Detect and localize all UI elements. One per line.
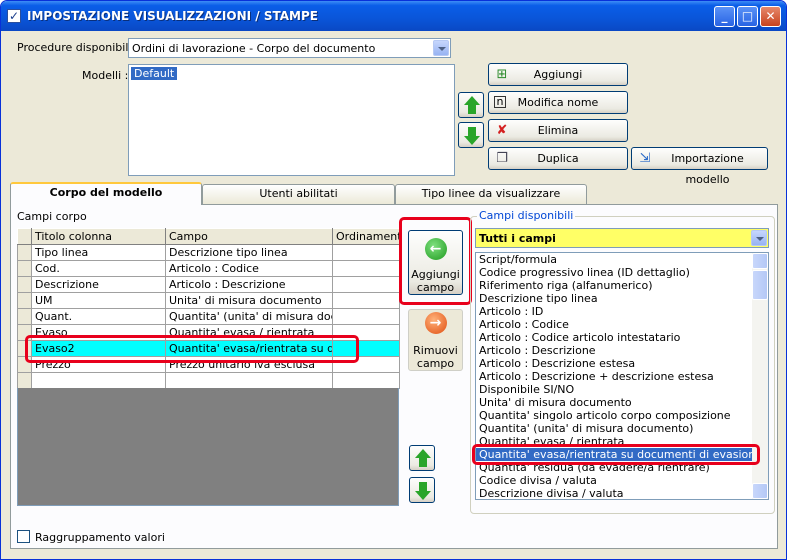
model-item-default[interactable]: Default bbox=[131, 67, 178, 80]
column-header-order[interactable]: Ordinamento bbox=[332, 228, 400, 245]
delete-x-icon: ✘ bbox=[496, 123, 508, 138]
body-fields-label: Campi corpo bbox=[17, 210, 87, 223]
list-item[interactable]: Articolo : Codice articolo intestatario bbox=[476, 331, 768, 344]
list-item[interactable]: Articolo : ID bbox=[476, 305, 768, 318]
list-item[interactable]: Codice progressivo linea (ID dettaglio) bbox=[476, 266, 768, 279]
grid-corner bbox=[17, 228, 32, 245]
list-item[interactable]: Descrizione divisa / valuta bbox=[476, 487, 768, 499]
cell-title[interactable]: Cod. bbox=[31, 260, 166, 277]
column-header-title[interactable]: Titolo colonna bbox=[31, 228, 166, 245]
list-item[interactable]: Script/formula bbox=[476, 253, 768, 266]
body-fields-grid[interactable]: Titolo colonna Campo Ordinamento Tipo li… bbox=[17, 228, 400, 389]
grouping-label: Raggruppamento valori bbox=[35, 531, 165, 544]
cell-order[interactable] bbox=[332, 372, 400, 389]
chevron-down-icon[interactable] bbox=[751, 230, 767, 246]
list-item[interactable]: Articolo : Descrizione bbox=[476, 344, 768, 357]
highlight-available-field bbox=[472, 444, 760, 465]
cell-field[interactable]: Articolo : Descrizione bbox=[165, 276, 333, 293]
maximize-button[interactable]: □ bbox=[737, 6, 758, 27]
field-up-button[interactable] bbox=[409, 445, 435, 471]
cell-title[interactable]: Descrizione bbox=[31, 276, 166, 293]
list-item[interactable]: Quantita' (unita' di misura documento) bbox=[476, 422, 768, 435]
cell-field[interactable]: Articolo : Codice bbox=[165, 260, 333, 277]
import-icon: ⇲ bbox=[639, 151, 651, 166]
dialog-window: ✓ IMPOSTAZIONE VISUALIZZAZIONI / STAMPE … bbox=[0, 0, 787, 560]
models-label: Modelli : bbox=[82, 69, 129, 82]
minimize-button[interactable]: _ bbox=[714, 6, 735, 27]
move-up-button[interactable] bbox=[458, 92, 484, 118]
app-check-icon: ✓ bbox=[7, 9, 21, 23]
add-model-button[interactable]: ⊞ Aggiungi bbox=[488, 63, 628, 86]
cell-order[interactable] bbox=[332, 276, 400, 293]
cell-field[interactable]: Unita' di misura documento bbox=[165, 292, 333, 309]
scroll-thumb[interactable] bbox=[752, 270, 768, 300]
cell-title[interactable]: Tipo linea bbox=[31, 244, 166, 261]
import-model-label: Importazione modello bbox=[671, 152, 744, 186]
list-item[interactable]: Disponibile SI/NO bbox=[476, 383, 768, 396]
cell-title[interactable] bbox=[31, 372, 166, 389]
cell-field[interactable]: Descrizione tipo linea bbox=[165, 244, 333, 261]
cell-field[interactable] bbox=[165, 372, 333, 389]
table-row[interactable]: Quant.Quantita' (unita' di misura docum.… bbox=[17, 308, 400, 325]
table-row[interactable]: Cod. Articolo : Codice bbox=[17, 260, 400, 277]
rename-model-label: Modifica nome bbox=[517, 96, 599, 109]
add-model-label: Aggiungi bbox=[533, 68, 583, 81]
list-item[interactable]: Codice divisa / valuta bbox=[476, 474, 768, 487]
move-down-button[interactable] bbox=[458, 122, 484, 148]
list-item[interactable]: Quantita' singolo articolo corpo composi… bbox=[476, 409, 768, 422]
delete-model-button[interactable]: ✘ Elimina bbox=[488, 119, 628, 142]
cell-order[interactable] bbox=[332, 308, 400, 325]
fields-filter-value: Tutti i campi bbox=[479, 232, 556, 245]
highlight-add-field bbox=[399, 217, 472, 305]
window-title: IMPOSTAZIONE VISUALIZZAZIONI / STAMPE bbox=[27, 9, 318, 23]
cell-title[interactable]: UM bbox=[31, 292, 166, 309]
import-model-button[interactable]: ⇲ Importazione modello bbox=[631, 147, 768, 186]
list-item[interactable]: Articolo : Descrizione estesa bbox=[476, 357, 768, 370]
remove-field-label: Rimuovi campo bbox=[413, 344, 458, 370]
list-item[interactable]: Descrizione tipo linea bbox=[476, 292, 768, 305]
duplicate-model-label: Duplica bbox=[537, 152, 579, 165]
list-item[interactable]: Unita' di misura documento bbox=[476, 396, 768, 409]
close-button[interactable]: ✕ bbox=[760, 6, 781, 27]
scroll-down-icon[interactable] bbox=[752, 483, 768, 499]
list-item[interactable]: Riferimento riga (alfanumerico) bbox=[476, 279, 768, 292]
fields-filter-select[interactable]: Tutti i campi bbox=[475, 228, 769, 248]
table-row[interactable]: UM Unita' di misura documento bbox=[17, 292, 400, 309]
list-item[interactable]: Articolo : Codice bbox=[476, 318, 768, 331]
procedure-label: Procedure disponibili : bbox=[17, 41, 139, 54]
tab-enabled-users[interactable]: Utenti abilitati bbox=[202, 184, 395, 204]
tab-line-types[interactable]: Tipo linee da visualizzare bbox=[395, 184, 587, 204]
list-item[interactable]: Articolo : Descrizione + descrizione est… bbox=[476, 370, 768, 383]
tab-body-model[interactable]: Corpo del modello bbox=[10, 182, 202, 205]
cell-order[interactable] bbox=[332, 260, 400, 277]
grouping-checkbox[interactable] bbox=[17, 530, 30, 543]
cell-title[interactable]: Quant. bbox=[31, 308, 166, 325]
table-row[interactable]: Descrizione Articolo : Descrizione bbox=[17, 276, 400, 293]
cell-order[interactable] bbox=[332, 292, 400, 309]
add-model-icon: ⊞ bbox=[496, 67, 508, 82]
models-list[interactable]: Default bbox=[128, 64, 455, 176]
remove-field-button[interactable]: → Rimuovi campo bbox=[408, 309, 463, 371]
procedure-select[interactable]: Ordini di lavorazione - Corpo del docume… bbox=[128, 38, 451, 58]
duplicate-model-button[interactable]: ❐ Duplica bbox=[488, 147, 628, 170]
duplicate-icon: ❐ bbox=[496, 151, 508, 166]
arrow-right-circle-icon: → bbox=[424, 312, 447, 334]
field-down-button[interactable] bbox=[409, 477, 435, 503]
cell-order[interactable] bbox=[332, 244, 400, 261]
table-row[interactable]: Tipo linea Descrizione tipo linea bbox=[17, 244, 400, 261]
grid-header: Titolo colonna Campo Ordinamento bbox=[17, 228, 400, 245]
cell-field[interactable]: Quantita' (unita' di misura docum... bbox=[165, 308, 333, 325]
procedure-value: Ordini di lavorazione - Corpo del docume… bbox=[132, 42, 376, 55]
title-bar[interactable]: ✓ IMPOSTAZIONE VISUALIZZAZIONI / STAMPE … bbox=[1, 1, 786, 31]
grid-empty-area bbox=[17, 388, 399, 506]
column-header-field[interactable]: Campo bbox=[165, 228, 333, 245]
rename-icon: n bbox=[494, 96, 506, 108]
rename-model-button[interactable]: n Modifica nome bbox=[488, 91, 628, 114]
highlight-grid-row bbox=[25, 335, 359, 363]
scroll-up-icon[interactable] bbox=[752, 253, 768, 269]
chevron-down-icon[interactable] bbox=[433, 40, 449, 56]
table-row-new[interactable] bbox=[17, 372, 400, 389]
available-fields-label: Campi disponibili bbox=[477, 209, 576, 222]
delete-model-label: Elimina bbox=[537, 124, 579, 137]
